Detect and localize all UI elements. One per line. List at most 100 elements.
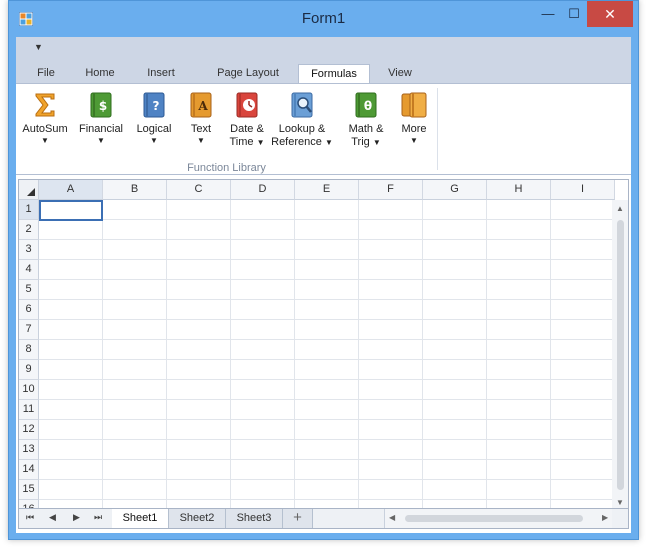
column-header-e[interactable]: E bbox=[295, 180, 359, 200]
column-header-d[interactable]: D bbox=[231, 180, 295, 200]
lookup-reference-label-line2: Reference bbox=[271, 136, 322, 148]
autosum-button[interactable]: AutoSum ▼ bbox=[22, 90, 68, 146]
lookup-reference-book-icon bbox=[291, 92, 313, 118]
scroll-up-icon[interactable]: ▲ bbox=[616, 204, 624, 213]
row-header-14[interactable]: 14 bbox=[19, 460, 39, 480]
first-sheet-icon[interactable]: ⏮ bbox=[26, 512, 34, 523]
spreadsheet-grid[interactable]: ABCDEFGHI 1 2 3 4 5 6 7 8 9 10 11 12 13 14 15 16 ▲ ▼ bbox=[18, 179, 629, 509]
date-time-book-icon bbox=[236, 92, 258, 118]
ribbon-group-separator bbox=[437, 88, 438, 170]
logical-label: Logical bbox=[136, 123, 172, 135]
date-time-label-line1: Date & bbox=[230, 123, 264, 135]
math-trig-button[interactable]: θ Math & Trig ▼ bbox=[342, 90, 390, 149]
client-area: ▼ File Home Insert Page Layout Formulas … bbox=[16, 37, 631, 533]
row-header-16[interactable]: 16 bbox=[19, 500, 39, 508]
row-header-3[interactable]: 3 bbox=[19, 240, 39, 260]
svg-text:?: ? bbox=[153, 99, 160, 113]
date-time-dropdown-icon: ▼ bbox=[256, 138, 265, 147]
column-header-a[interactable]: A bbox=[39, 180, 103, 200]
tab-file[interactable]: File bbox=[30, 64, 62, 83]
minimize-button[interactable]: — bbox=[535, 1, 561, 27]
select-all-corner[interactable] bbox=[19, 180, 39, 200]
row-header-1[interactable]: 1 bbox=[19, 200, 39, 220]
more-dropdown-icon: ▼ bbox=[410, 136, 418, 145]
row-header-11[interactable]: 11 bbox=[19, 400, 39, 420]
active-cell-a1[interactable] bbox=[39, 200, 103, 221]
row-header-12[interactable]: 12 bbox=[19, 420, 39, 440]
financial-label: Financial bbox=[78, 123, 124, 135]
tab-view[interactable]: View bbox=[382, 64, 418, 83]
row-header-2[interactable]: 2 bbox=[19, 220, 39, 240]
logical-dropdown-icon: ▼ bbox=[150, 136, 158, 145]
vertical-scrollbar[interactable]: ▲ ▼ bbox=[612, 200, 628, 508]
date-time-button[interactable]: Date & Time ▼ bbox=[222, 90, 272, 149]
add-sheet-button[interactable]: + bbox=[283, 509, 313, 528]
maximize-button[interactable]: ☐ bbox=[561, 1, 587, 27]
app-window: Form1 — ☐ ✕ ▼ File Home Insert Page Layo… bbox=[8, 0, 639, 540]
more-books-icon bbox=[401, 92, 427, 118]
column-header-b[interactable]: B bbox=[103, 180, 167, 200]
column-header-g[interactable]: G bbox=[423, 180, 487, 200]
tab-home[interactable]: Home bbox=[80, 64, 120, 83]
logical-book-icon: ? bbox=[143, 92, 165, 118]
scroll-left-icon[interactable]: ◀ bbox=[389, 513, 395, 522]
tab-page-layout[interactable]: Page Layout bbox=[208, 64, 288, 83]
vertical-scroll-thumb[interactable] bbox=[617, 220, 624, 490]
tab-formulas[interactable]: Formulas bbox=[298, 64, 370, 83]
more-functions-button[interactable]: More ▼ bbox=[394, 90, 434, 146]
text-book-icon: A bbox=[190, 92, 212, 118]
autosum-dropdown-icon: ▼ bbox=[41, 136, 49, 145]
row-header-9[interactable]: 9 bbox=[19, 360, 39, 380]
row-header-10[interactable]: 10 bbox=[19, 380, 39, 400]
sheet-tab-sheet3[interactable]: Sheet3 bbox=[226, 509, 283, 528]
row-header-8[interactable]: 8 bbox=[19, 340, 39, 360]
text-dropdown-icon: ▼ bbox=[197, 136, 205, 145]
more-label: More bbox=[401, 123, 427, 135]
sigma-icon bbox=[35, 93, 55, 117]
horizontal-scrollbar[interactable]: ◀ ▶ bbox=[384, 509, 612, 528]
text-label: Text bbox=[190, 123, 212, 135]
text-button[interactable]: A Text ▼ bbox=[182, 90, 220, 146]
column-header-c[interactable]: C bbox=[167, 180, 231, 200]
row-header-7[interactable]: 7 bbox=[19, 320, 39, 340]
date-time-label-line2: Time bbox=[229, 136, 254, 148]
financial-button[interactable]: $ Financial ▼ bbox=[78, 90, 124, 146]
row-header-15[interactable]: 15 bbox=[19, 480, 39, 500]
function-library-group-label: Function Library bbox=[187, 162, 266, 174]
row-header-5[interactable]: 5 bbox=[19, 280, 39, 300]
last-sheet-icon[interactable]: ⏭ bbox=[94, 512, 102, 523]
close-button[interactable]: ✕ bbox=[587, 1, 633, 27]
scroll-down-icon[interactable]: ▼ bbox=[616, 498, 624, 507]
svg-text:$: $ bbox=[99, 99, 107, 113]
column-header-h[interactable]: H bbox=[487, 180, 551, 200]
sheet-tab-bar: ⏮ ◀ ▶ ⏭ Sheet1 Sheet2 Sheet3 + ◀ ▶ bbox=[18, 509, 629, 529]
column-header-f[interactable]: F bbox=[359, 180, 423, 200]
row-header-6[interactable]: 6 bbox=[19, 300, 39, 320]
math-trig-label: Math & Trig ▼ bbox=[342, 123, 390, 149]
title-bar: Form1 — ☐ ✕ bbox=[9, 1, 638, 37]
autosum-label: AutoSum bbox=[22, 123, 68, 135]
sheet-tab-sheet1[interactable]: Sheet1 bbox=[112, 509, 169, 528]
horizontal-scroll-thumb[interactable] bbox=[405, 515, 583, 522]
lookup-reference-label-line1: Lookup & bbox=[278, 123, 326, 135]
math-trig-label-line1: Math & bbox=[348, 123, 384, 135]
row-header-4[interactable]: 4 bbox=[19, 260, 39, 280]
sheet-tab-sheet2[interactable]: Sheet2 bbox=[169, 509, 226, 528]
quick-access-customize-button[interactable]: ▼ bbox=[34, 42, 43, 52]
date-time-label: Date & Time ▼ bbox=[222, 123, 272, 149]
financial-book-icon: $ bbox=[90, 92, 112, 118]
tab-insert[interactable]: Insert bbox=[140, 64, 182, 83]
row-header-13[interactable]: 13 bbox=[19, 440, 39, 460]
previous-sheet-icon[interactable]: ◀ bbox=[49, 512, 56, 523]
math-trig-label-line2: Trig bbox=[351, 136, 370, 148]
lookup-reference-label: Lookup & Reference ▼ bbox=[270, 123, 334, 149]
next-sheet-icon[interactable]: ▶ bbox=[73, 512, 80, 523]
scroll-right-icon[interactable]: ▶ bbox=[602, 513, 608, 522]
quick-access-toolbar: ▼ bbox=[16, 37, 631, 61]
logical-button[interactable]: ? Logical ▼ bbox=[132, 90, 176, 146]
column-header-i[interactable]: I bbox=[551, 180, 615, 200]
svg-text:θ: θ bbox=[364, 99, 372, 113]
cell-area[interactable] bbox=[39, 200, 612, 508]
lookup-reference-button[interactable]: Lookup & Reference ▼ bbox=[270, 90, 334, 149]
math-trig-book-icon: θ bbox=[355, 92, 377, 118]
